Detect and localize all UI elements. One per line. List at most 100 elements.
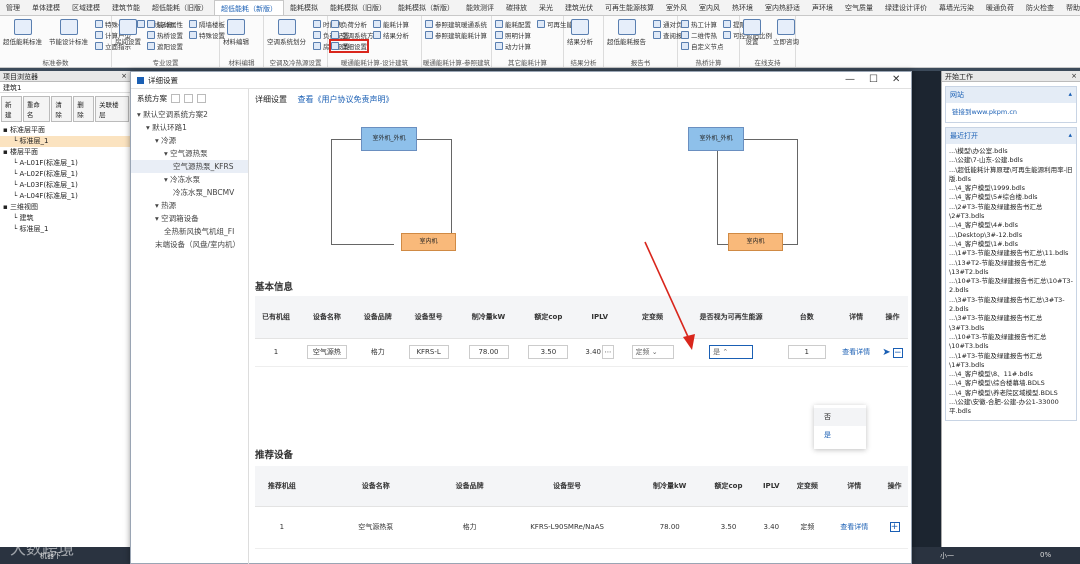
device-name-input[interactable]: 空气源热 (306, 345, 347, 359)
ribbon-small-button[interactable]: 能耗计算 (373, 19, 409, 29)
close-icon[interactable]: × (1071, 72, 1077, 80)
ribbon-tab[interactable]: 幕墙光污染 (933, 0, 980, 15)
add-icon[interactable] (171, 94, 180, 103)
tree-item[interactable]: ▪ 楼层平面 (0, 147, 130, 158)
ribbon-tab[interactable]: 声环境 (806, 0, 839, 15)
ribbon-small-button[interactable]: 遮阳设置 (147, 41, 183, 51)
system-tree-item[interactable]: ▾ 热源 (131, 199, 248, 212)
website-link[interactable]: 链接到www.pkpm.cn (952, 108, 1017, 116)
add-row-icon[interactable]: + (889, 522, 900, 532)
ribbon-small-button[interactable]: 参照建筑能耗计算 (425, 30, 487, 40)
ribbon-big-button[interactable]: 材料编辑 (223, 17, 249, 46)
ribbon-big-button[interactable]: 设置 (743, 17, 761, 46)
ribbon-tab[interactable]: 能耗模拟（旧版） (324, 0, 392, 15)
ribbon-small-button[interactable]: 热桥设置 (147, 30, 183, 40)
maximize-icon[interactable]: ☐ (869, 74, 878, 85)
ribbon-tab[interactable]: 帮助 (1060, 0, 1080, 15)
recent-file-item[interactable]: ...\2#T3-节能及绿建报告书汇总\2#T3.bdls (946, 203, 1076, 222)
table-cell[interactable]: 查看详情 (827, 548, 882, 564)
ribbon-tab[interactable]: 管理 (0, 0, 26, 15)
ribbon-tab[interactable]: 碳排放 (500, 0, 533, 15)
minimize-icon[interactable]: — (845, 74, 855, 85)
recent-file-item[interactable]: ...\4_客户模型\4#.bdls (946, 221, 1076, 230)
ribbon-tab[interactable]: 绿建设计评价 (879, 0, 933, 15)
close-icon[interactable]: × (121, 72, 127, 80)
ribbon-small-button[interactable]: 自定义节点 (681, 41, 724, 51)
system-tree-item[interactable]: ▾ 空气源热泵 (131, 147, 248, 160)
recent-file-item[interactable]: ...\1#T3-节能及绿建报告书汇总\1#T3.bdls (946, 352, 1076, 371)
ribbon-big-button[interactable]: 结果分析 (567, 17, 593, 46)
ribbon-small-button[interactable]: 热工计算 (681, 19, 717, 29)
system-tree-item[interactable]: 全热新风换气机组_FI (131, 225, 248, 238)
system-tree-item[interactable]: ▾ 冷冻水泵 (131, 173, 248, 186)
ribbon-big-button[interactable]: 房间设置 (115, 17, 141, 46)
recent-file-item[interactable]: ...\公建\安徽-合肥-公建-办公1-33000平.bdls (946, 398, 1076, 417)
tree-item[interactable]: └ 建筑 (0, 213, 130, 224)
ribbon-tab[interactable]: 超低能耗（旧版） (146, 0, 214, 15)
project-browser-button[interactable]: 关联楼层 (95, 96, 129, 122)
project-browser-button[interactable]: 删除 (73, 96, 95, 122)
close-icon[interactable]: ✕ (892, 74, 900, 85)
collapse-icon[interactable]: ▴ (1068, 131, 1072, 141)
ribbon-tab[interactable]: 建筑光伏 (559, 0, 599, 15)
system-tree-item[interactable]: ▾ 空调箱设备 (131, 212, 248, 225)
tree-item[interactable]: └ A-L01F(标准层_1) (0, 158, 130, 169)
tree-item[interactable]: └ A-L04F(标准层_1) (0, 191, 130, 202)
tree-item[interactable]: └ 标准层_1 (0, 224, 130, 235)
remove-icon[interactable] (184, 94, 193, 103)
project-browser-button[interactable]: 新建 (1, 96, 22, 122)
drawing-canvas[interactable] (912, 71, 941, 547)
recent-file-item[interactable]: ...\4_客户模型\养老院区域模型.BDLS (946, 389, 1076, 398)
collapse-icon[interactable]: ▴ (1068, 90, 1072, 100)
remove-row-icon[interactable]: − (892, 347, 903, 358)
ribbon-tab[interactable]: 热环境 (726, 0, 759, 15)
recent-file-item[interactable]: ...\10#T3-节能及绿建报告书汇总\10#T3-2.bdls (946, 277, 1076, 296)
tree-item[interactable]: └ 标准层_1 (0, 136, 130, 147)
ribbon-small-button[interactable]: 结果分析 (373, 30, 409, 40)
tree-item[interactable]: └ A-L02F(标准层_1) (0, 169, 130, 180)
ribbon-tab[interactable]: 空气质量 (839, 0, 879, 15)
system-tree-item[interactable]: ▾ 默认环路1 (131, 121, 248, 134)
ribbon-big-button[interactable]: 超低能耗报告 (607, 17, 646, 46)
ribbon-tab[interactable]: 能耗模拟（新版） (392, 0, 460, 15)
ribbon-tab[interactable]: 建筑节能 (106, 0, 146, 15)
system-tree-item[interactable]: ▾ 默认空调系统方案2 (131, 108, 248, 121)
recent-file-item[interactable]: ...\4_客户模型\5#综合楼.bdls (946, 193, 1076, 202)
ribbon-tab[interactable]: 能效测评 (460, 0, 500, 15)
ribbon-tab[interactable]: 室外风 (660, 0, 693, 15)
ribbon-tab[interactable]: 区域建模 (66, 0, 106, 15)
recent-file-item[interactable]: ...\13#T2-节能及绿建报告书汇总\13#T2.bdls (946, 259, 1076, 278)
project-browser-button[interactable]: 清除 (51, 96, 73, 122)
project-browser-button[interactable]: 重命名 (22, 96, 51, 122)
recent-file-item[interactable]: ...\3#T3-节能及绿建报告书汇总\3#T3.bdls (946, 314, 1076, 333)
ribbon-big-button[interactable]: 立即咨询 (773, 17, 799, 46)
ribbon-small-button[interactable]: 详细设置 (329, 39, 369, 53)
ribbon-tab[interactable]: 能耗模拟 (284, 0, 324, 15)
ribbon-tab[interactable]: 超低能耗（新版） (214, 0, 284, 15)
view-detail-link[interactable]: 查看详情 (842, 348, 870, 356)
dropdown-option[interactable]: 否 (814, 408, 866, 426)
ribbon-big-button[interactable]: 空调系统划分 (267, 17, 306, 46)
ribbon-small-button[interactable]: 二维传热 (681, 30, 717, 40)
recent-file-item[interactable]: ...\超低能耗计算原理\可再生能源利用率-旧版.bdls (946, 166, 1076, 185)
ribbon-tab[interactable]: 可再生能源核算 (599, 0, 660, 15)
ribbon-small-button[interactable]: 能耗配置 (495, 19, 531, 29)
recent-file-item[interactable]: ...\4_客户模型\综合楼幕墙.BDLS (946, 379, 1076, 388)
frequency-select[interactable]: 定频 ⌄ (631, 345, 674, 359)
system-tree-item[interactable]: ▾ 冷源 (131, 134, 248, 147)
ribbon-small-button[interactable]: 照明计算 (495, 30, 531, 40)
tree-item[interactable]: ▪ 三维视图 (0, 202, 130, 213)
dropdown-option[interactable]: 是 (814, 426, 866, 444)
ribbon-small-button[interactable]: 负荷分析 (331, 19, 367, 29)
recent-file-item[interactable]: ...\3#T3-节能及绿建报告书汇总\3#T3-2.bdls (946, 296, 1076, 315)
capacity-input[interactable]: 78.00 (468, 345, 509, 359)
recent-file-item[interactable]: ...\公建\7-山东-公建.bdls (946, 156, 1076, 165)
ribbon-tab[interactable]: 单体建模 (26, 0, 66, 15)
ribbon-tab[interactable]: 暖通负荷 (980, 0, 1020, 15)
cursor-icon[interactable]: ➤ (882, 347, 890, 358)
copy-icon[interactable] (197, 94, 206, 103)
tree-item[interactable]: └ A-L03F(标准层_1) (0, 180, 130, 191)
recent-file-item[interactable]: ...\模型\办公室.bdls (946, 147, 1076, 156)
ribbon-tab[interactable]: 防火检查 (1020, 0, 1060, 15)
ribbon-small-button[interactable]: 参照建筑暖通系统 (425, 19, 487, 29)
